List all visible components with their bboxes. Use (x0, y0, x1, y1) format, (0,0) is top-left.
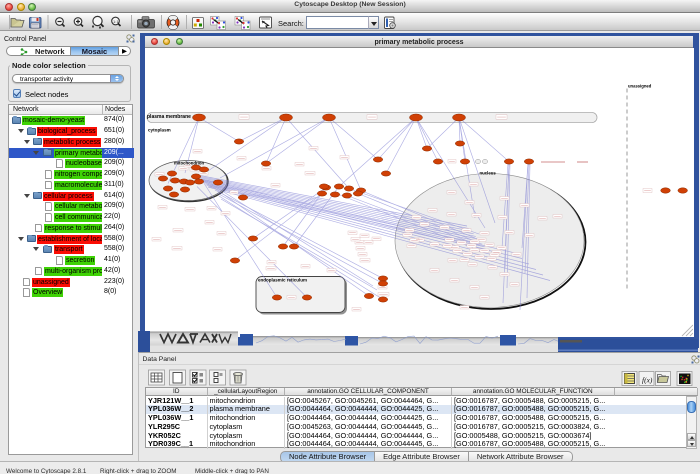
svg-text:nucleus: nucleus (480, 170, 497, 175)
svg-text:mitochondrion: mitochondrion (174, 160, 204, 165)
svg-text:f(x): f(x) (642, 376, 653, 385)
svg-text:plasma membrane: plasma membrane (147, 114, 191, 120)
svg-text:unassigned: unassigned (628, 83, 652, 88)
svg-text:cytoplasm: cytoplasm (148, 127, 171, 132)
svg-text:endoplasmic reticulum: endoplasmic reticulum (258, 277, 307, 282)
svg-text:1:1: 1:1 (113, 19, 119, 24)
